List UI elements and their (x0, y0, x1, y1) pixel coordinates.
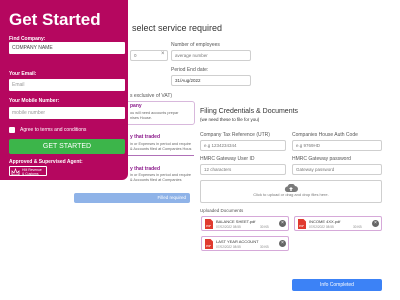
agent-label: Approved & Supervised Agent: (9, 159, 83, 165)
uploaded-docs-label: Uploaded Documents (200, 208, 244, 213)
terms-label: Agree to terms and conditions (20, 127, 87, 133)
clear-icon[interactable]: × (161, 51, 165, 57)
tax-ref-label: Company Tax Reference (UTR) (200, 132, 270, 138)
company-search-input[interactable]: COMPANY NAME (9, 42, 125, 54)
filing-credentials-panel: Filing Credentials & Documents (we need … (196, 96, 400, 300)
service-heading: select service required (132, 23, 223, 33)
email-field[interactable]: Email (9, 79, 125, 91)
gateway-pass-input[interactable]: Gateway password (292, 164, 382, 175)
pdf-icon: PDF (205, 239, 213, 249)
service-option-3-desc2: & Accounts filed at Companies (130, 178, 182, 182)
file-size: 30 KB (353, 225, 362, 229)
file-date: 07/02/2022 08:55 (216, 245, 241, 249)
pdf-icon: PDF (298, 219, 306, 229)
mobile-label: Your Mobile Number: (9, 98, 60, 104)
remove-file-icon[interactable]: × (279, 240, 286, 247)
file-date: 07/02/2022 08:55 (309, 225, 334, 229)
uploaded-file-card[interactable]: PDF INCOME 4XX.pdf 07/02/2022 08:55 30 K… (294, 216, 382, 231)
file-date: 07/02/2022 08:55 (216, 225, 241, 229)
filing-title: Filing Credentials & Documents (200, 108, 299, 115)
hmrc-logo-text: HM Revenue & Customs (22, 168, 42, 176)
service-option-1-desc2: nises House. (130, 116, 152, 120)
file-name: BALANCE SHEET.pdf (216, 219, 256, 224)
gateway-user-label: HMRC Gateway User ID (200, 156, 255, 162)
file-drop-zone[interactable]: Click to upload or drag and drop files h… (200, 180, 382, 203)
file-size: 30 KB (260, 245, 269, 249)
gateway-pass-label: HMRC Gateway password (292, 156, 351, 162)
service-option-2-desc: in or Expenses in period and require (130, 142, 191, 146)
get-started-button[interactable]: GET STARTED (9, 139, 125, 154)
tax-ref-input[interactable]: e.g 1234234344 (200, 140, 286, 151)
auth-code-input[interactable]: e.g 9769HD (292, 140, 382, 151)
uploaded-file-card[interactable]: PDF BALANCE SHEET.pdf 07/02/2022 08:55 3… (201, 216, 289, 231)
service-option-1-title: pany (130, 103, 142, 109)
get-started-card: Get Started Find Company: COMPANY NAME Y… (0, 0, 128, 180)
svg-text:PDF: PDF (299, 224, 305, 228)
pdf-icon: PDF (205, 219, 213, 229)
file-name: INCOME 4XX.pdf (309, 219, 341, 224)
get-started-title: Get Started (9, 10, 101, 29)
option-divider (128, 155, 194, 156)
filing-subtitle: (we need these to file for you) (200, 117, 260, 122)
mobile-field[interactable]: mobile number (9, 107, 125, 119)
period-end-label: Period End date: (171, 67, 209, 73)
email-label: Your Email: (9, 71, 37, 77)
hmrc-logo: HM Revenue & Customs (9, 166, 47, 176)
drop-zone-text: Click to upload or drag and drop files h… (253, 192, 329, 197)
svg-text:PDF: PDF (206, 244, 212, 248)
terms-checkbox[interactable] (9, 127, 15, 133)
cloud-upload-icon (284, 184, 298, 192)
remove-file-icon[interactable]: × (372, 220, 379, 227)
service-option-2-title: y that traded (130, 134, 161, 140)
file-name: LAST YEAR ACCOUNT (216, 239, 259, 244)
employees-input[interactable]: average number (171, 50, 251, 61)
service-option-2-desc2: & Accounts filed at Companies Hous (130, 147, 192, 151)
period-end-input[interactable]: 31/Aug/2022 (171, 75, 251, 86)
uploaded-file-card[interactable]: PDF LAST YEAR ACCOUNT 07/02/2022 08:55 3… (201, 236, 289, 251)
service-option-1-desc: ou will need accounts prepar (130, 111, 179, 115)
service-option-3-title: y that traded (130, 166, 161, 172)
employees-label: Number of employees (171, 42, 220, 48)
vat-note: s exclusive of VAT) (130, 93, 173, 99)
svg-text:PDF: PDF (206, 224, 212, 228)
crown-icon (11, 168, 20, 176)
file-size: 30 KB (260, 225, 269, 229)
service-option-3-desc: in or Expenses in period and require (130, 173, 191, 177)
continue-button[interactable]: Filled required (74, 193, 190, 203)
remove-file-icon[interactable]: × (279, 220, 286, 227)
gateway-user-input[interactable]: 12 characters (200, 164, 286, 175)
auth-code-label: Companies House Auth Code (292, 132, 358, 138)
info-completed-button[interactable]: Info Completed (292, 279, 382, 291)
